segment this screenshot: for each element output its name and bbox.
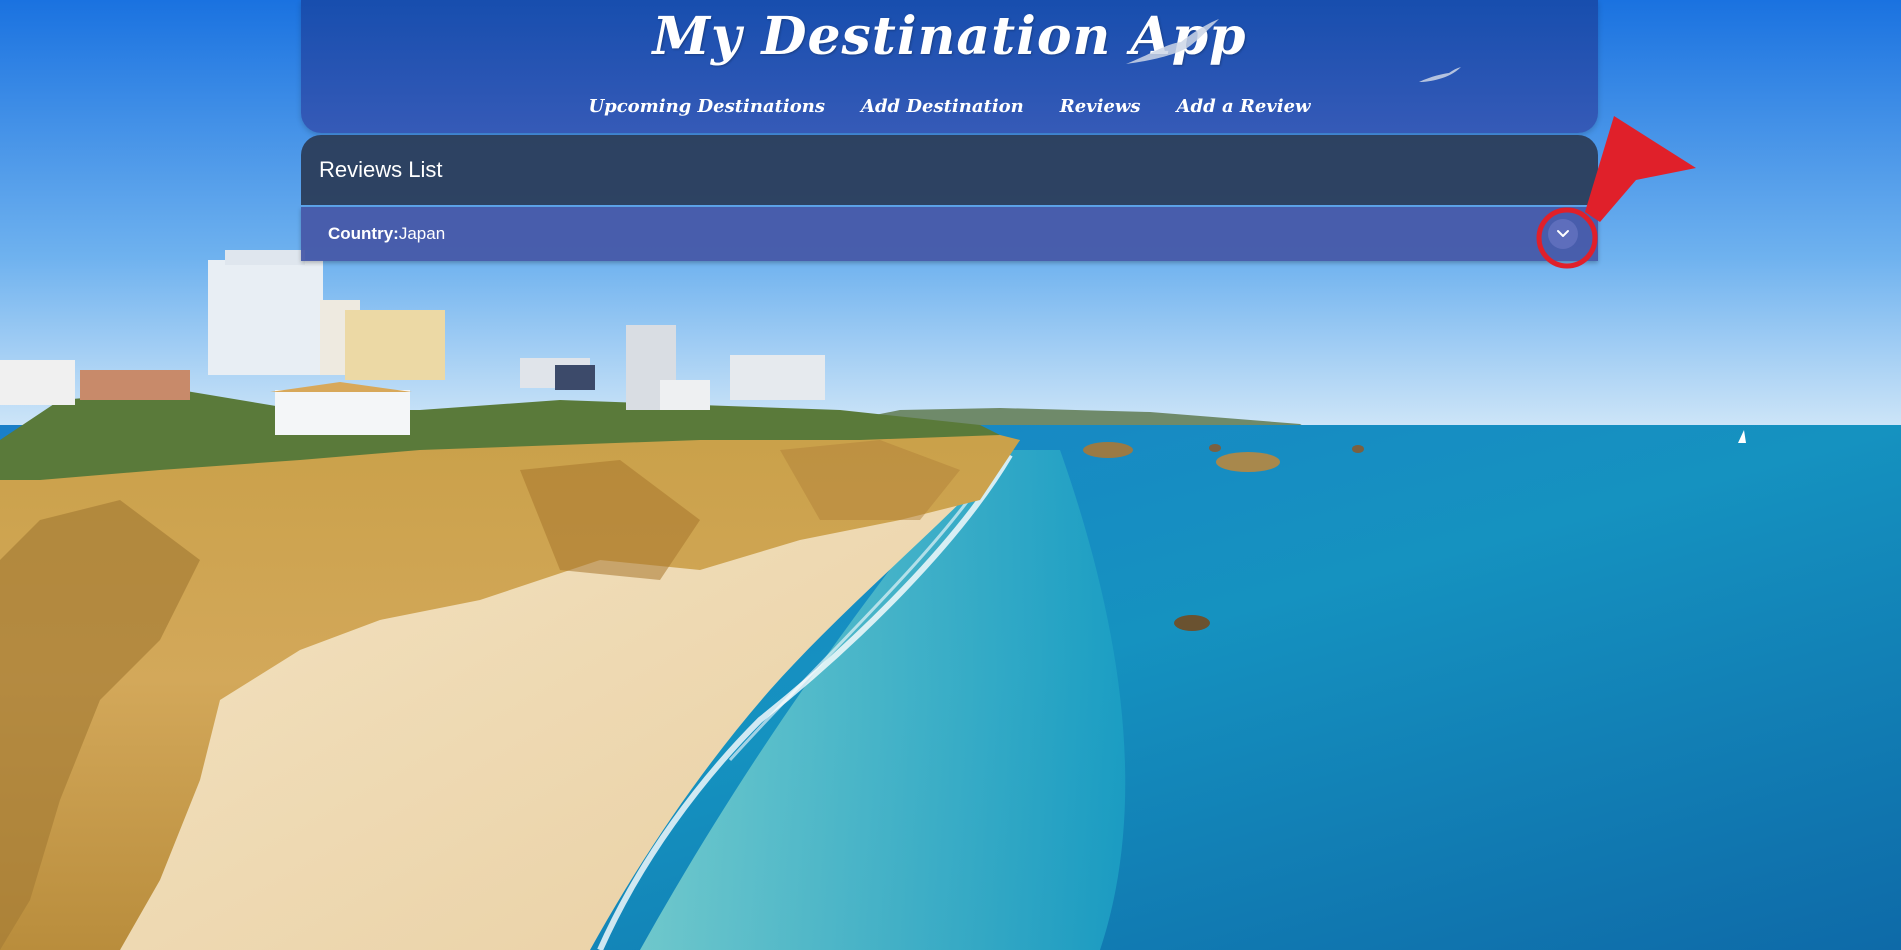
seagull-icon: [1126, 19, 1219, 64]
nav-upcoming-destinations[interactable]: Upcoming Destinations: [588, 96, 825, 117]
app-header: My Destination App Upcoming Destinations…: [301, 0, 1598, 133]
nav-add-review[interactable]: Add a Review: [1177, 96, 1311, 117]
seagull-icon: [1419, 67, 1461, 82]
country-label: Country:: [328, 224, 399, 243]
expand-review-button[interactable]: [1548, 219, 1578, 249]
main-nav: Upcoming Destinations Add Destination Re…: [301, 96, 1598, 117]
chevron-down-icon: [1557, 230, 1569, 237]
reviews-list-header: Reviews List: [301, 135, 1598, 205]
nav-reviews[interactable]: Reviews: [1060, 96, 1141, 117]
reviews-list-title: Reviews List: [319, 157, 443, 182]
nav-add-destination[interactable]: Add Destination: [861, 96, 1024, 117]
country-value: Japan: [398, 224, 446, 243]
app-title: My Destination App: [652, 6, 1247, 67]
review-item[interactable]: Country: Japan: [301, 207, 1598, 261]
